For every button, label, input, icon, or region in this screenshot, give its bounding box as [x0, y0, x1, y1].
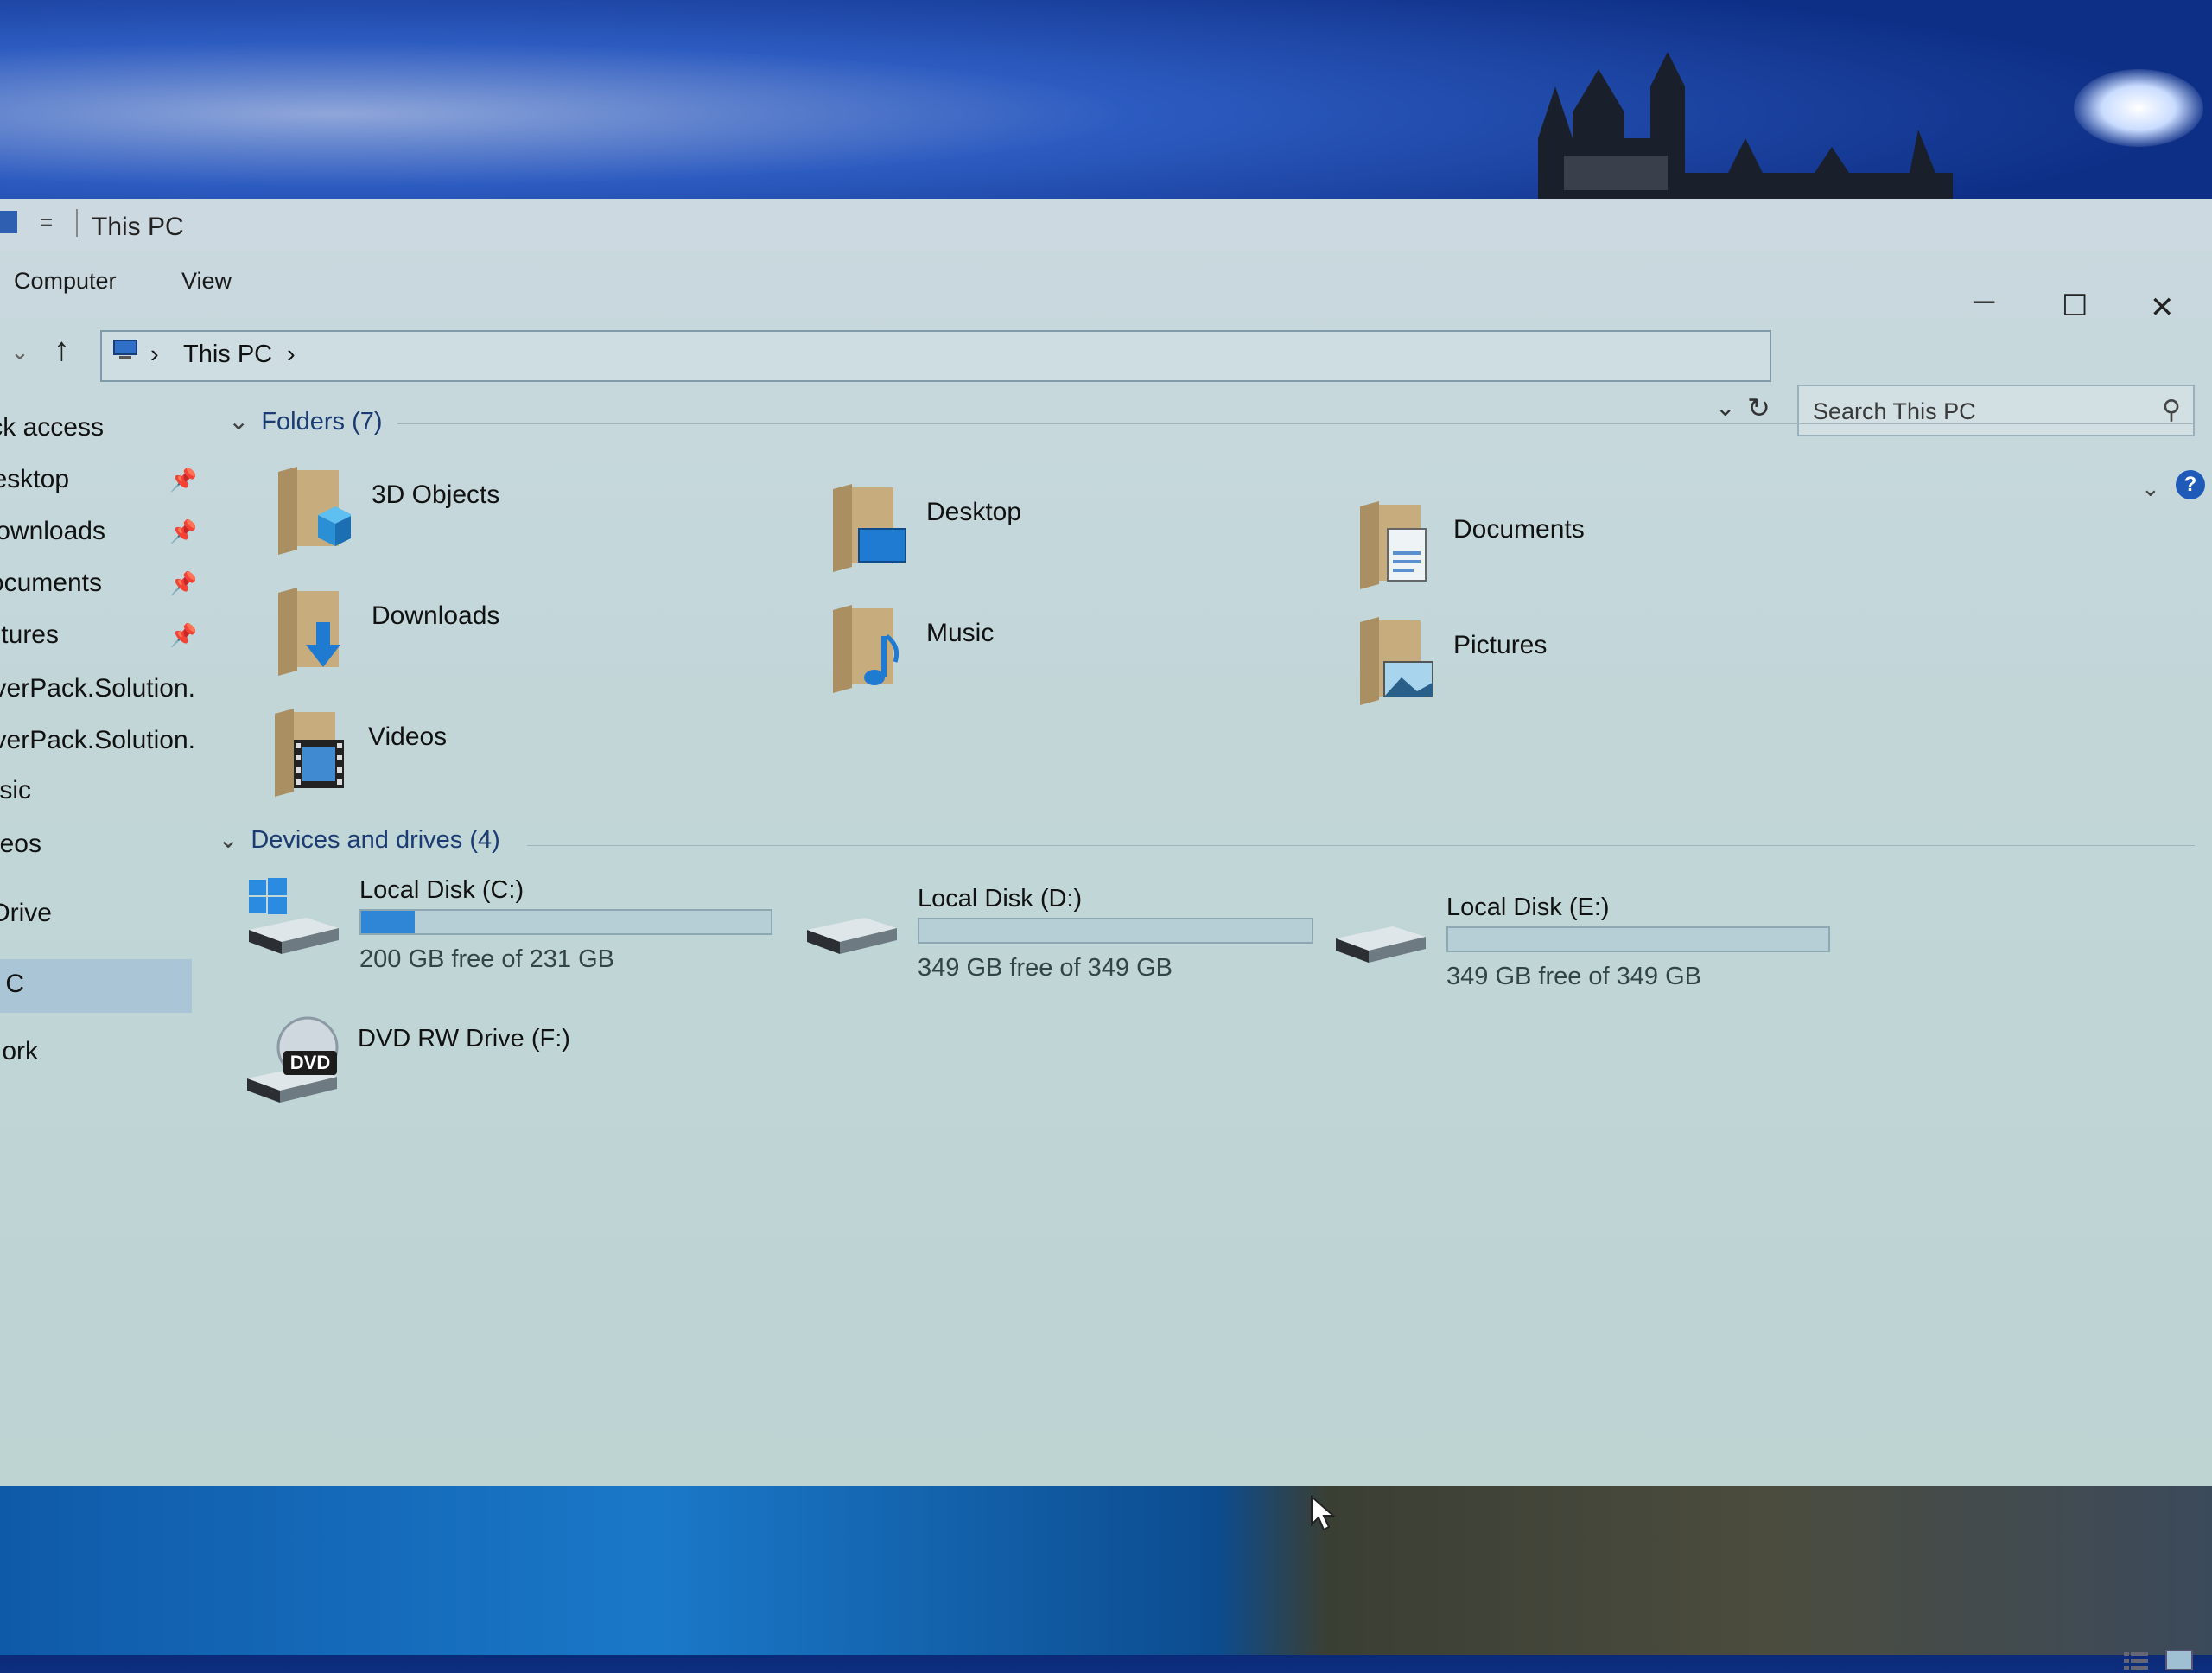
- desktop-wallpaper-sea: [0, 1486, 2212, 1655]
- help-icon[interactable]: ?: [2176, 470, 2205, 499]
- sidebar-item-label: verPack.Solution.: [0, 726, 195, 754]
- drive-usage-fill: [361, 911, 415, 933]
- folders-group-header[interactable]: ⌄ Folders (7): [228, 406, 383, 436]
- downloads-folder-icon: [278, 588, 340, 676]
- drives-divider: [527, 845, 2195, 846]
- folders-divider: [397, 423, 2195, 424]
- pin-icon[interactable]: 📌: [169, 570, 195, 597]
- drive-free-space: 200 GB free of 231 GB: [359, 945, 615, 973]
- hard-drive-icon: [807, 918, 897, 954]
- title-bar: = This PC: [0, 199, 2212, 251]
- maximize-button[interactable]: ☐: [2062, 289, 2088, 323]
- breadcrumb-separator-icon[interactable]: ›: [150, 340, 159, 369]
- music-folder-icon: [833, 605, 899, 693]
- customize-toolbar-menu[interactable]: =: [40, 209, 53, 236]
- drive-usage-bar: [1446, 926, 1830, 952]
- sidebar-item-music[interactable]: sic: [0, 769, 195, 817]
- sidebar-item-label: verPack.Solution.: [0, 674, 195, 703]
- sidebar-item-label: tures: [1, 620, 59, 649]
- drive-free-space: 349 GB free of 349 GB: [1446, 963, 1702, 990]
- breadcrumb-this-pc[interactable]: This PC: [183, 340, 272, 369]
- sidebar-item-label: ork: [2, 1037, 38, 1066]
- ribbon-expand-chevron-icon[interactable]: ⌄: [2141, 475, 2160, 502]
- drive-usage-bar: [359, 909, 772, 935]
- sidebar-item-label: sic: [0, 776, 31, 805]
- drive-name: Local Disk (C:): [359, 876, 524, 904]
- folders-heading: Folders (7): [261, 408, 383, 436]
- windows-drive-icon: [249, 878, 339, 954]
- hard-drive-icon: [1336, 926, 1426, 963]
- breadcrumb-expand-icon[interactable]: ›: [287, 340, 296, 369]
- pictures-folder-icon: [1360, 617, 1433, 705]
- desktop-folder-icon: [833, 484, 906, 572]
- dvd-badge: DVD: [290, 1052, 330, 1073]
- pin-icon[interactable]: 📌: [169, 622, 195, 649]
- address-row: ⌄ ↑ › This PC › ⌄ ?: [0, 328, 2212, 501]
- collapse-chevron-icon[interactable]: ⌄: [218, 824, 238, 855]
- address-history-dropdown-icon[interactable]: ⌄: [1715, 393, 1735, 422]
- drive-free-space: 349 GB free of 349 GB: [918, 954, 1173, 982]
- minimize-button[interactable]: ─: [1974, 285, 1994, 319]
- folder-label: Downloads: [372, 601, 500, 630]
- sidebar-item-videos[interactable]: eos: [0, 823, 195, 871]
- sidebar-item-onedrive[interactable]: Drive: [0, 892, 195, 940]
- address-bar[interactable]: › This PC ›: [100, 330, 1771, 382]
- pin-icon[interactable]: 📌: [169, 518, 195, 545]
- sidebar-item-powerpack-1[interactable]: verPack.Solution.: [0, 667, 195, 716]
- search-input[interactable]: Search This PC: [1813, 398, 1976, 425]
- drives-heading: Devices and drives (4): [251, 826, 500, 854]
- tab-view[interactable]: View: [181, 268, 232, 295]
- drive-usage-bar: [918, 918, 1313, 944]
- recent-locations-chevron-icon[interactable]: ⌄: [10, 339, 29, 366]
- sidebar-item-label: eos: [0, 830, 41, 858]
- sidebar-item-documents[interactable]: ocuments 📌: [0, 562, 195, 610]
- folder-label: Videos: [368, 722, 448, 751]
- folder-label: Desktop: [926, 498, 1022, 526]
- refresh-icon[interactable]: ↻: [1747, 391, 1770, 424]
- large-icons-view-icon[interactable]: [2164, 1647, 2195, 1673]
- search-icon[interactable]: ⚲: [2162, 395, 2181, 425]
- sidebar-item-desktop[interactable]: esktop 📌: [0, 458, 195, 506]
- file-explorer-window: = This PC Computer View ─ ☐ ✕ ⌄ ↑ › This…: [0, 199, 2212, 1670]
- documents-folder-icon: [1360, 501, 1427, 589]
- sidebar-item-label: ownloads: [0, 517, 105, 545]
- sidebar-item-quick-access[interactable]: ck access: [0, 406, 195, 455]
- tab-computer[interactable]: Computer: [14, 268, 117, 295]
- sidebar-item-pictures[interactable]: tures 📌: [0, 614, 195, 662]
- collapse-chevron-icon[interactable]: ⌄: [228, 406, 249, 436]
- quick-access-toolbar-icon[interactable]: [0, 211, 17, 233]
- close-button[interactable]: ✕: [2150, 290, 2175, 325]
- folder-label: Documents: [1453, 515, 1585, 544]
- sidebar-item-label: esktop: [0, 465, 69, 493]
- folder-label: Pictures: [1453, 631, 1548, 659]
- navigation-pane: ck access esktop 📌 ownloads 📌 ocuments 📌…: [0, 406, 195, 1305]
- search-box[interactable]: Search This PC ⚲: [1797, 385, 2195, 436]
- drive-name: Local Disk (D:): [918, 885, 1083, 913]
- wallpaper-moon: [2074, 69, 2203, 147]
- sidebar-item-label: C: [5, 970, 24, 998]
- mouse-pointer-icon: [1311, 1495, 1336, 1531]
- folder-label: 3D Objects: [372, 480, 500, 509]
- sidebar-item-label: Drive: [0, 899, 52, 927]
- sidebar-item-label: ck access: [0, 413, 104, 442]
- 3d-objects-folder-icon: [278, 467, 351, 555]
- drives-group-header[interactable]: ⌄ Devices and drives (4): [218, 824, 500, 855]
- dvd-drive-icon: DVD: [247, 1016, 339, 1103]
- sidebar-item-powerpack-2[interactable]: verPack.Solution.: [0, 719, 195, 767]
- drive-name: DVD RW Drive (F:): [358, 1025, 570, 1053]
- videos-folder-icon: [275, 709, 344, 797]
- sidebar-item-this-pc[interactable]: C: [0, 959, 192, 1013]
- up-arrow-icon[interactable]: ↑: [54, 332, 70, 369]
- folder-label: Music: [926, 619, 995, 647]
- details-view-icon[interactable]: [2120, 1647, 2152, 1673]
- pin-icon[interactable]: 📌: [169, 467, 195, 493]
- title-separator: [76, 209, 78, 237]
- drive-name: Local Disk (E:): [1446, 894, 1610, 921]
- sidebar-item-network[interactable]: ork: [0, 1030, 195, 1078]
- sidebar-item-downloads[interactable]: ownloads 📌: [0, 510, 195, 558]
- this-pc-icon: [113, 340, 137, 359]
- window-title: This PC: [92, 213, 184, 241]
- sidebar-item-label: ocuments: [0, 569, 102, 597]
